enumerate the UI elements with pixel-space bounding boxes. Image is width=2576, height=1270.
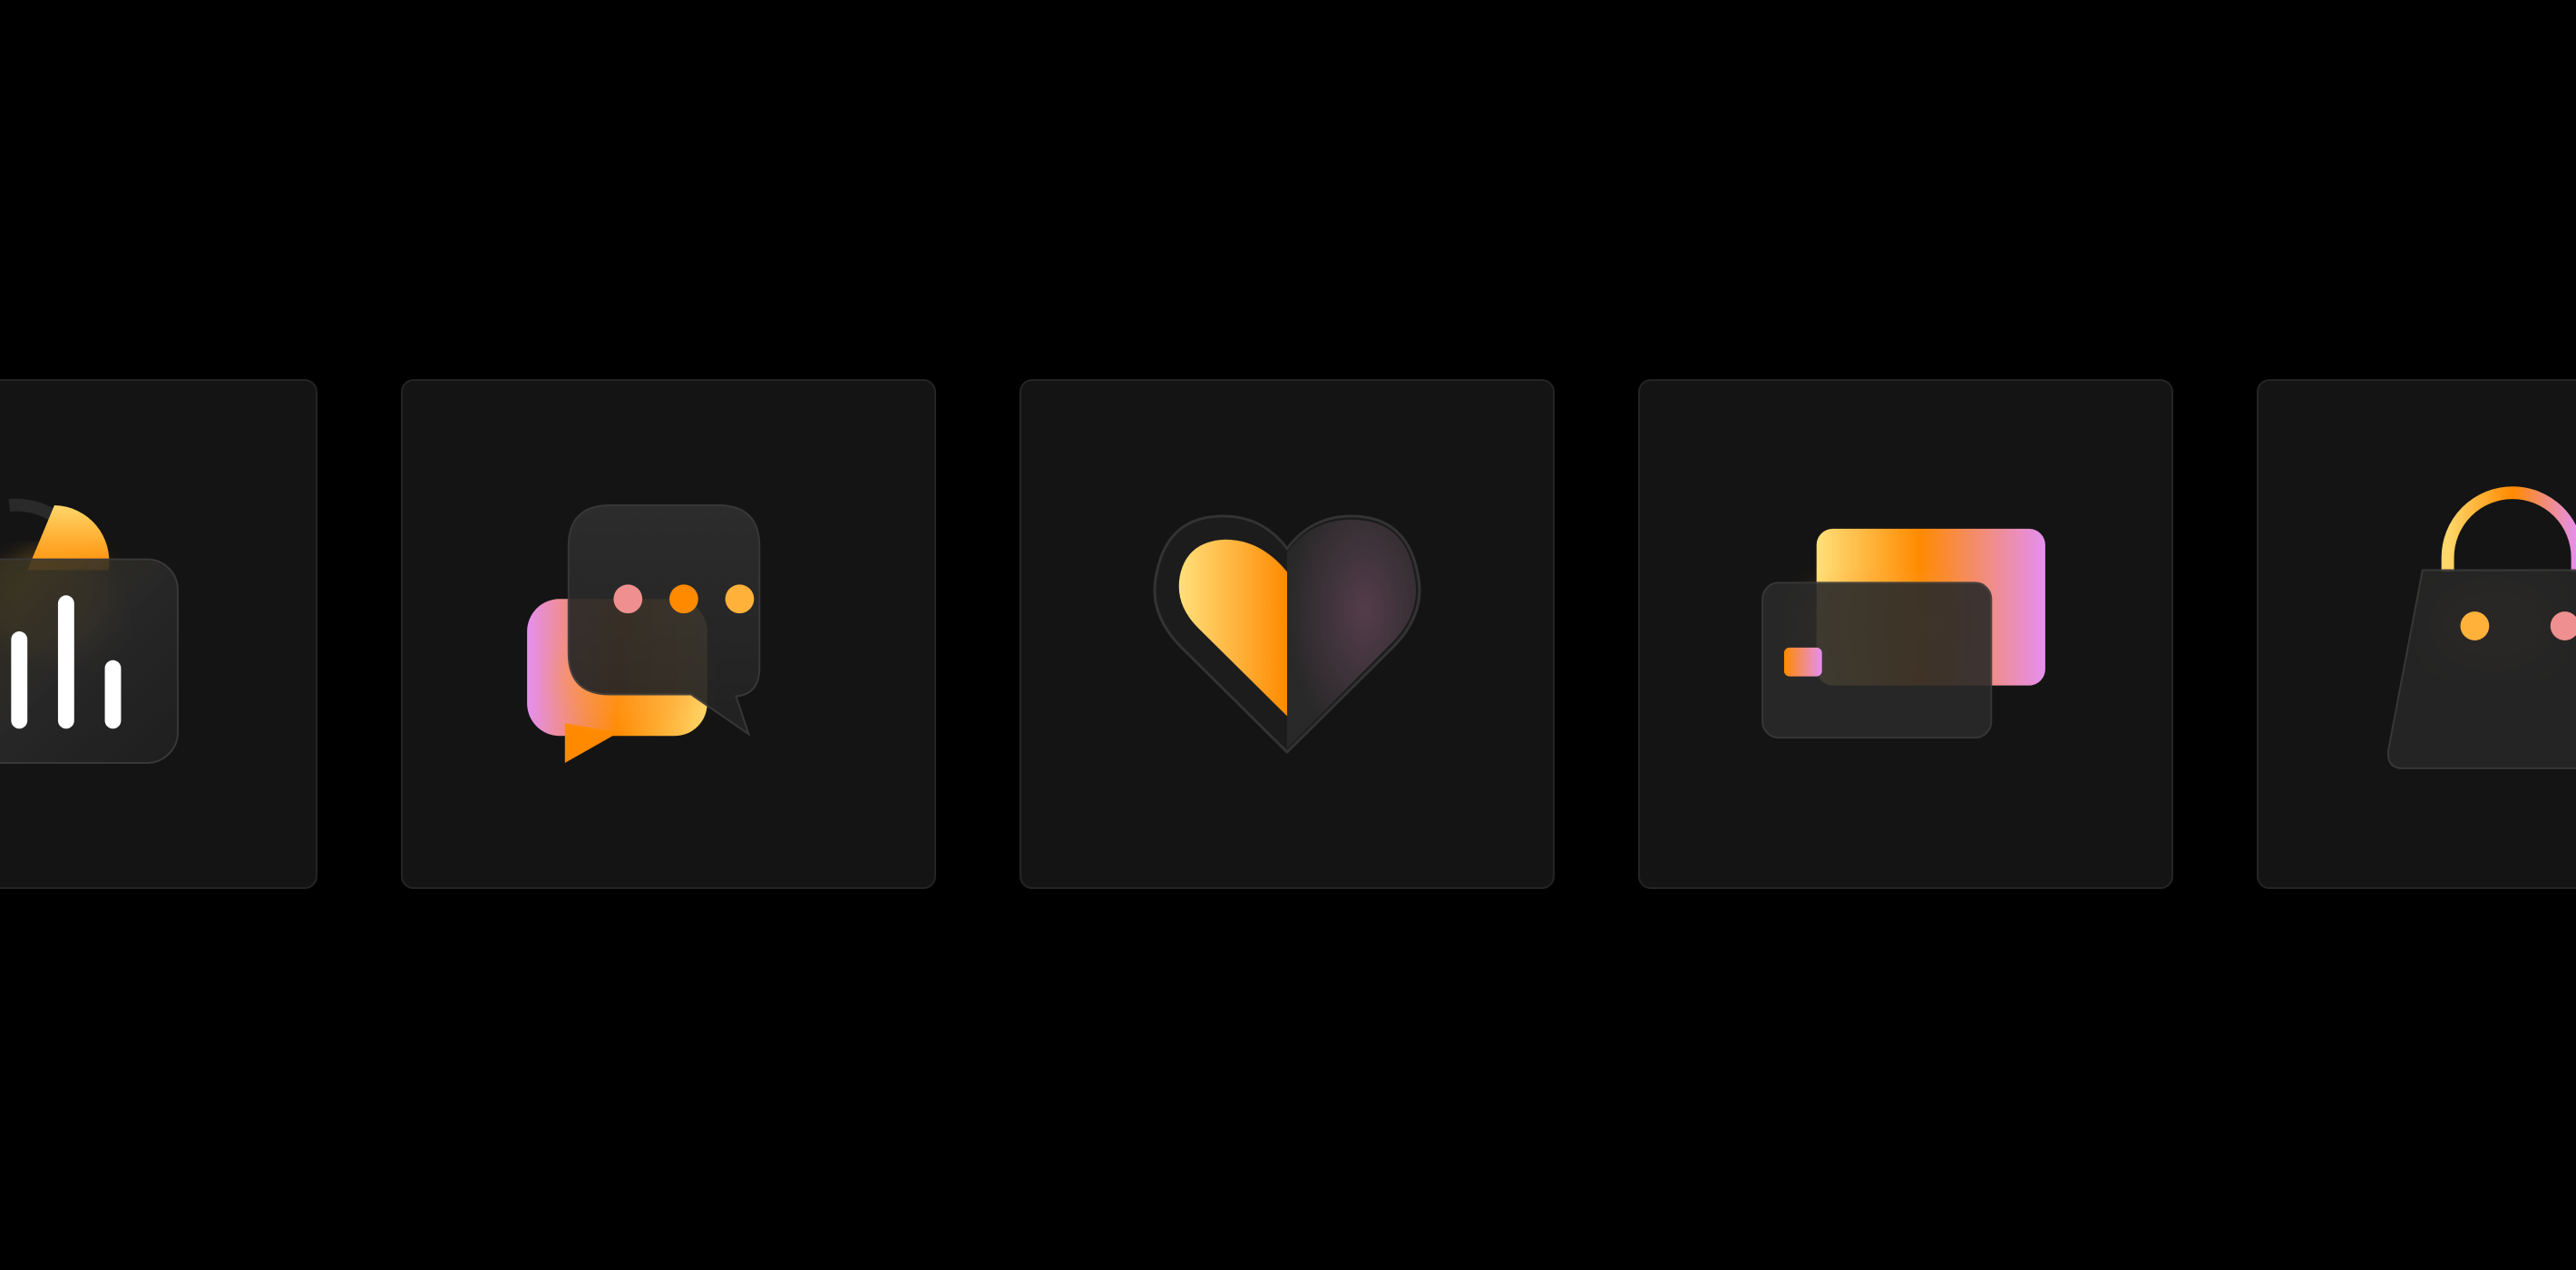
bar-3 [104,659,122,729]
dot-3 [725,584,755,614]
heart-right-half [1287,519,1417,749]
heart-icon [1153,514,1421,755]
dot-1 [613,584,643,614]
pie-ring [8,498,58,522]
dot-2 [668,584,698,614]
chat-bubbles-icon [527,504,761,763]
tile-analytics[interactable] [0,379,317,889]
icon-gallery [0,0,2576,1270]
bar-1 [11,631,28,729]
bag-handle [2441,486,2576,572]
tile-chat[interactable] [401,379,936,889]
credit-cards-icon [1761,528,2045,739]
tile-payment[interactable] [1638,379,2173,889]
bag-dot-1 [2460,611,2490,640]
tile-favorite[interactable] [1020,379,1555,889]
shopping-bag-icon [2386,486,2576,769]
bar-2 [57,595,74,729]
card-chip [1783,647,1822,677]
bar-chart-pie-icon [0,498,179,764]
tile-shopping[interactable] [2257,379,2576,889]
bag-body [2386,569,2576,769]
